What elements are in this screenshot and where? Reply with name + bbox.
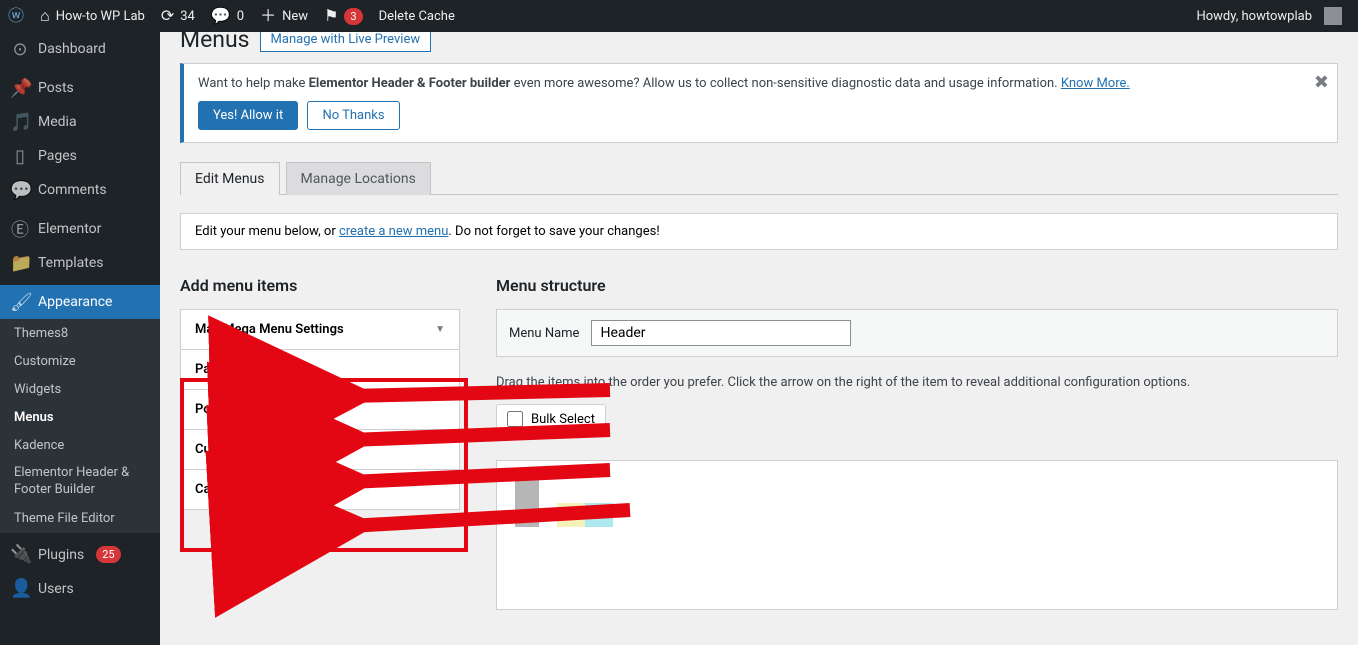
tab-edit-menus[interactable]: Edit Menus (180, 162, 280, 195)
placeholder-square (557, 503, 585, 527)
pin-icon: 📌 (10, 78, 30, 99)
subitem-menus[interactable]: Menus (0, 403, 160, 431)
menu-name-label: Menu Name (509, 326, 579, 341)
sidebar-item-users[interactable]: 👤Users (0, 572, 160, 606)
subitem-theme-file-editor[interactable]: Theme File Editor (0, 505, 160, 533)
home-icon: ⌂ (40, 8, 50, 24)
bulk-select[interactable]: Bulk Select (496, 404, 606, 434)
dismiss-icon[interactable]: ✖ (1314, 72, 1329, 93)
menu-items-area (496, 460, 1338, 610)
sidebar-item-appearance[interactable]: 🖌Appearance (0, 285, 160, 319)
live-preview-button[interactable]: Manage with Live Preview (260, 32, 432, 52)
sidebar-item-elementor[interactable]: ⒺElementor (0, 212, 160, 246)
create-new-menu-link[interactable]: create a new menu (339, 224, 448, 239)
comment-icon: 💬 (10, 180, 30, 201)
updates-count: 34 (180, 9, 195, 24)
sidebar-item-comments[interactable]: 💬Comments (0, 173, 160, 207)
sidebar-item-plugins[interactable]: 🔌Plugins25 (0, 538, 160, 572)
notice-text-bold: Elementor Header & Footer builder (309, 76, 511, 91)
no-thanks-button[interactable]: No Thanks (307, 101, 399, 130)
wordpress-icon: ⓦ (8, 8, 24, 24)
sidebar-item-dashboard[interactable]: ⊙Dashboard (0, 32, 160, 66)
structure-heading: Menu structure (496, 276, 1338, 295)
plus-icon: ＋ (260, 8, 276, 24)
subitem-themes[interactable]: Themes8 (0, 319, 160, 347)
sidebar-item-templates[interactable]: 📁Templates (0, 246, 160, 280)
subitem-customize[interactable]: Customize (0, 347, 160, 375)
delete-cache-label: Delete Cache (379, 9, 455, 24)
howdy-label: Howdy, howtowplab (1196, 9, 1312, 24)
notice-elementor: Want to help make Elementor Header & Foo… (180, 63, 1338, 143)
add-items-heading: Add menu items (180, 276, 460, 295)
page-icon: ▯ (10, 146, 30, 167)
notice-know-more-link[interactable]: Know More. (1061, 76, 1130, 91)
user-icon: 👤 (10, 578, 30, 599)
bulk-select-checkbox[interactable] (507, 411, 523, 427)
dashboard-icon: ⊙ (10, 39, 30, 60)
accordion-mmm[interactable]: Max Mega Menu Settings▼ (180, 309, 460, 350)
accordion-pages[interactable]: Pages (180, 349, 460, 390)
chevron-down-icon: ▼ (435, 324, 445, 335)
menu-name-row: Menu Name (496, 309, 1338, 357)
subitem-widgets[interactable]: Widgets (0, 375, 160, 403)
admin-bar: ⓦ ⌂How-to WP Lab ⟳34 💬0 ＋New ⚑3 Delete C… (0, 0, 1358, 32)
main-content: Menus Manage with Live Preview Want to h… (160, 32, 1358, 645)
notice-text-pre: Want to help make (198, 76, 309, 91)
nav-tabs: Edit Menus Manage Locations (180, 161, 1338, 195)
tab-manage-locations[interactable]: Manage Locations (286, 162, 431, 195)
notifications[interactable]: ⚑3 (316, 0, 371, 32)
info-bar: Edit your menu below, or create a new me… (180, 213, 1338, 250)
account-link[interactable]: Howdy, howtowplab (1188, 0, 1350, 32)
new-label: New (282, 9, 308, 24)
menu-name-input[interactable] (591, 320, 851, 346)
sidebar-item-media[interactable]: 🎵Media (0, 105, 160, 139)
elementor-icon: Ⓔ (10, 216, 30, 242)
comments-count: 0 (237, 9, 244, 24)
avatar (1324, 7, 1342, 25)
sidebar-item-posts[interactable]: 📌Posts (0, 71, 160, 105)
delete-cache[interactable]: Delete Cache (371, 0, 463, 32)
brush-icon: 🖌 (10, 292, 30, 313)
menu-structure-column: Menu structure Menu Name Drag the items … (496, 276, 1338, 610)
accordion-categories[interactable]: Categories (180, 469, 460, 510)
notice-text-post: even more awesome? Allow us to collect n… (510, 76, 1060, 91)
admin-sidebar: ⊙Dashboard 📌Posts 🎵Media ▯Pages 💬Comment… (0, 32, 160, 645)
update-icon: ⟳ (161, 8, 174, 24)
sidebar-item-pages[interactable]: ▯Pages (0, 139, 160, 173)
subitem-ehfb[interactable]: Elementor Header & Footer Builder (0, 459, 160, 505)
updates-link[interactable]: ⟳ 34 (153, 0, 203, 32)
subitem-kadence[interactable]: Kadence (0, 431, 160, 459)
plugin-icon: 🔌 (10, 544, 30, 565)
flag-icon: ⚑ (324, 8, 338, 24)
site-name: How-to WP Lab (56, 9, 145, 24)
accordion-posts[interactable]: Posts (180, 389, 460, 430)
placeholder-square (585, 503, 613, 527)
add-menu-items-column: Add menu items Max Mega Menu Settings▼ P… (180, 276, 460, 509)
plugins-badge: 25 (96, 546, 120, 563)
site-link[interactable]: ⌂ How-to WP Lab (32, 0, 153, 32)
folder-icon: 📁 (10, 253, 30, 274)
page-title: Menus (180, 32, 250, 53)
wp-logo[interactable]: ⓦ (0, 0, 32, 32)
accordion-custom-links[interactable]: Custom Links (180, 429, 460, 470)
new-link[interactable]: ＋ New (252, 0, 316, 32)
appearance-submenu: Themes8 Customize Widgets Menus Kadence … (0, 319, 160, 533)
comments-link[interactable]: 💬0 (203, 0, 252, 32)
placeholder-block (515, 479, 539, 527)
notif-badge: 3 (344, 8, 362, 25)
themes-badge: 8 (61, 326, 68, 341)
media-icon: 🎵 (10, 112, 30, 133)
allow-button[interactable]: Yes! Allow it (198, 101, 298, 130)
drag-help-text: Drag the items into the order you prefer… (496, 375, 1338, 390)
comment-icon: 💬 (211, 8, 231, 24)
